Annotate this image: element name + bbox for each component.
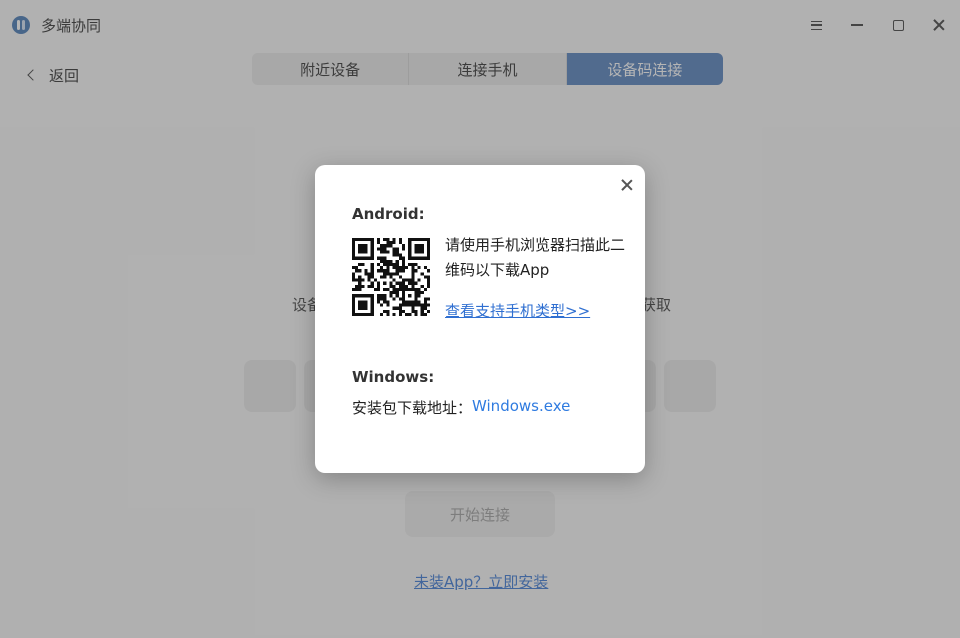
download-dialog: Android: 请使用手机浏览器扫描此二维码以下载App 查看支持手机类型>>…: [315, 165, 645, 473]
qr-code-icon: [352, 238, 430, 316]
download-row: 安装包下载地址： Windows.exe: [352, 397, 570, 418]
download-label: 安装包下载地址：: [352, 399, 473, 417]
dialog-close-icon[interactable]: [619, 177, 635, 193]
windows-download-link[interactable]: Windows.exe: [472, 397, 570, 418]
supported-phones-link[interactable]: 查看支持手机类型>>: [445, 300, 590, 321]
qr-description: 请使用手机浏览器扫描此二维码以下载App: [445, 236, 626, 279]
windows-section-title: Windows:: [352, 368, 435, 386]
android-section-title: Android:: [352, 205, 425, 223]
app-window: 多端协同 返回 附近设备 连接手机 设备码连接 设备 获取 开始连接 未装App…: [0, 0, 960, 638]
